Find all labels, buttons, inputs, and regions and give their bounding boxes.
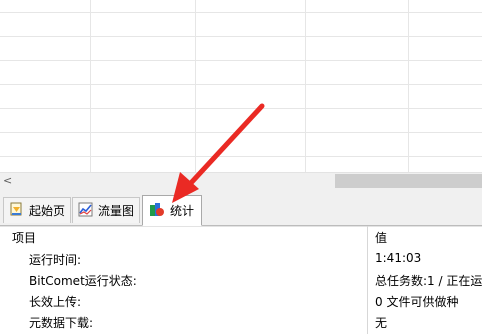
home-page-icon bbox=[9, 202, 24, 220]
scrollbar-thumb[interactable] bbox=[335, 174, 482, 188]
tab-traffic-graph[interactable]: 流量图 bbox=[72, 197, 140, 223]
row-value: 0 文件可供做种 bbox=[375, 295, 459, 309]
grid-line bbox=[0, 12, 482, 13]
grid-line bbox=[0, 156, 482, 157]
tab-label: 统计 bbox=[170, 204, 195, 218]
row-value: 总任务数:1 / 正在运 bbox=[375, 274, 482, 288]
tab-label: 起始页 bbox=[29, 204, 66, 218]
grid-line bbox=[0, 36, 482, 37]
row-label: 长效上传: bbox=[29, 295, 82, 309]
grid-line bbox=[0, 132, 482, 133]
row-label: BitComet运行状态: bbox=[29, 274, 137, 288]
grid-line bbox=[0, 84, 482, 85]
grid-line bbox=[0, 108, 482, 109]
grid-line bbox=[0, 60, 482, 61]
row-label: 元数据下载: bbox=[29, 316, 94, 330]
grid-line bbox=[408, 0, 409, 172]
grid-line bbox=[195, 0, 196, 172]
grid-line bbox=[305, 0, 306, 172]
table-row[interactable]: BitComet运行状态: 总任务数:1 / 正在运 bbox=[0, 269, 482, 290]
column-header-item[interactable]: 项目 bbox=[12, 229, 36, 246]
statistics-icon bbox=[148, 201, 165, 221]
statistics-table: 项目 值 运行时间: 1:41:03 BitComet运行状态: 总任务数:1 … bbox=[0, 226, 482, 334]
tab-start-page[interactable]: 起始页 bbox=[3, 197, 71, 223]
scroll-left-arrow-icon[interactable]: < bbox=[3, 174, 12, 187]
bottom-tab-bar: 起始页 流量图 统计 bbox=[0, 189, 482, 226]
row-label: 运行时间: bbox=[29, 253, 82, 267]
tab-label: 流量图 bbox=[98, 204, 135, 218]
table-header: 项目 值 bbox=[0, 226, 482, 247]
table-row[interactable]: 元数据下载: 无 bbox=[0, 311, 482, 332]
horizontal-scrollbar[interactable]: < bbox=[0, 172, 482, 189]
line-chart-icon bbox=[78, 202, 93, 220]
row-value: 无 bbox=[375, 316, 388, 330]
table-row[interactable]: 长效上传: 0 文件可供做种 bbox=[0, 290, 482, 311]
task-list-grid[interactable] bbox=[0, 0, 482, 172]
column-header-value[interactable]: 值 bbox=[375, 229, 482, 246]
table-row[interactable]: 运行时间: 1:41:03 bbox=[0, 248, 482, 269]
row-value: 1:41:03 bbox=[375, 251, 422, 265]
tab-statistics[interactable]: 统计 bbox=[142, 195, 202, 226]
grid-line bbox=[90, 0, 91, 172]
